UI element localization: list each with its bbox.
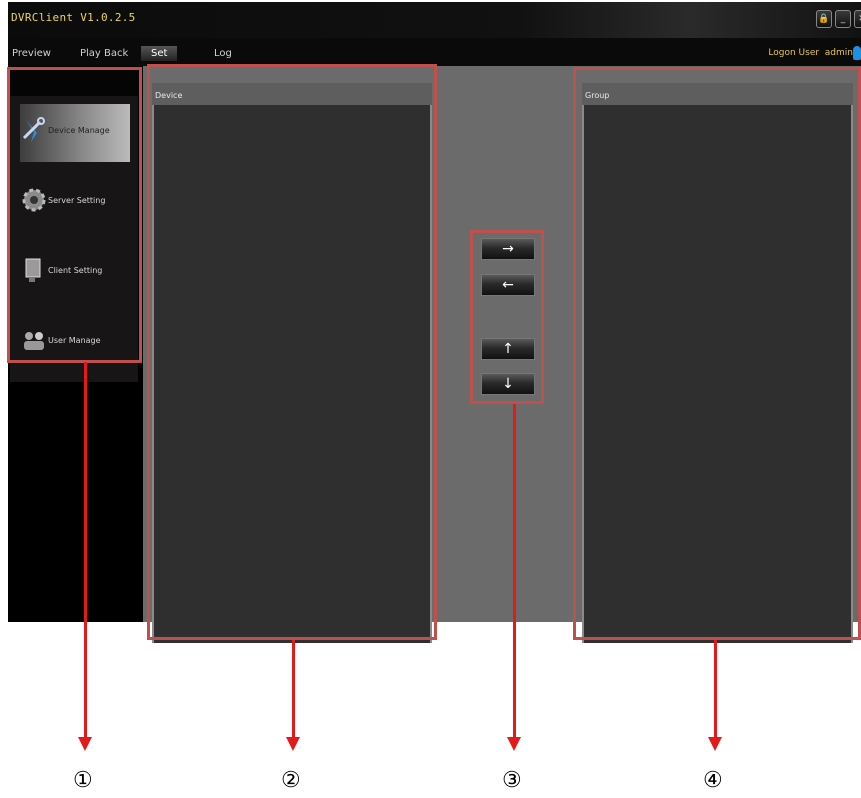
- annotation-arrow-3: [513, 404, 516, 738]
- menu-preview[interactable]: Preview: [12, 48, 51, 59]
- marker-1: ①: [73, 768, 93, 793]
- menu-log[interactable]: Log: [214, 48, 232, 59]
- annotation-box-3: [470, 230, 544, 404]
- annotation-arrow-4: [714, 640, 717, 738]
- lock-icon[interactable]: 🔒: [816, 10, 832, 28]
- annotation-arrow-1: [84, 362, 87, 738]
- annotation-arrowhead-1: [78, 737, 92, 751]
- annotation-box-1: [7, 67, 142, 363]
- user-icon: [853, 46, 861, 60]
- menu-bar: Preview Play Back Set Log Logon User adm…: [8, 38, 861, 66]
- user-name: admin: [824, 48, 853, 58]
- annotation-arrow-2: [292, 640, 295, 738]
- logon-label: Logon User: [768, 48, 820, 58]
- marker-3: ③: [502, 768, 522, 793]
- annotation-box-2: [147, 64, 437, 640]
- annotation-arrowhead-3: [507, 737, 521, 751]
- user-info: Logon User admin: [768, 48, 853, 58]
- close-icon[interactable]: ✕: [854, 10, 861, 28]
- marker-4: ④: [703, 768, 723, 793]
- title-bar: DVRClient V1.0.2.5 🔒 _ ✕: [8, 2, 861, 38]
- annotation-arrowhead-2: [286, 737, 300, 751]
- annotation-arrowhead-4: [708, 737, 722, 751]
- annotation-box-4: [573, 67, 861, 640]
- minimize-icon[interactable]: _: [835, 10, 851, 28]
- app-title: DVRClient V1.0.2.5: [11, 11, 136, 24]
- menu-play-back[interactable]: Play Back: [80, 48, 128, 59]
- menu-set[interactable]: Set: [141, 46, 178, 61]
- marker-2: ②: [281, 768, 301, 793]
